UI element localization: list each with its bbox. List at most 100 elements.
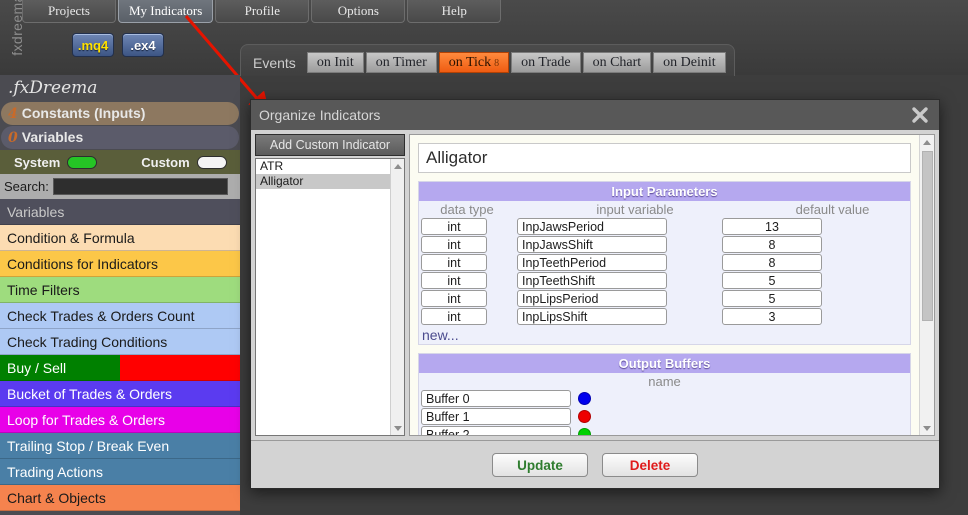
- event-tab-label: on Trade: [521, 55, 571, 70]
- buffer-name-field[interactable]: Buffer 2: [421, 426, 571, 435]
- sidebar-pill-variables[interactable]: 0 Variables: [1, 126, 239, 149]
- detail-scroll-up-icon[interactable]: [920, 135, 934, 149]
- parameter-type-field[interactable]: int: [421, 308, 487, 325]
- sidebar-item-time-filters[interactable]: Time Filters: [0, 277, 240, 303]
- main-tab-projects[interactable]: Projects: [22, 0, 116, 23]
- input-parameter-row: int InpTeethShift 5: [419, 272, 910, 290]
- detail-scroll-thumb[interactable]: [922, 151, 933, 321]
- output-buffers-section: Output Buffers name Buffer 0 Buffer 1 Buff…: [418, 353, 911, 435]
- sidebar-pill-constants[interactable]: 4 Constants (Inputs): [1, 102, 239, 125]
- parameter-type-field[interactable]: int: [421, 290, 487, 307]
- parameter-value-field[interactable]: 8: [722, 254, 822, 271]
- output-buffer-row: Buffer 2: [419, 426, 910, 435]
- parameter-value-field[interactable]: 8: [722, 236, 822, 253]
- col-input-variable: input variable: [596, 202, 674, 217]
- indicator-list-item[interactable]: Alligator: [256, 174, 404, 189]
- main-tab-options[interactable]: Options: [311, 0, 406, 23]
- indicator-items: ATR Alligator: [256, 159, 404, 189]
- sidebar-item-loop-for-trades-orders[interactable]: Loop for Trades & Orders: [0, 407, 240, 433]
- event-tab-on-tick[interactable]: on Tick 8: [438, 52, 510, 73]
- sidebar-item-trading-actions[interactable]: Trading Actions: [0, 459, 240, 485]
- output-buffer-row: Buffer 0: [419, 390, 910, 408]
- parameter-variable-field[interactable]: InpJawsPeriod: [517, 218, 667, 235]
- constants-label: Constants (Inputs): [21, 105, 146, 121]
- col-buffer-name: name: [648, 374, 681, 389]
- update-button[interactable]: Update: [492, 452, 588, 477]
- parameter-variable-field[interactable]: InpJawsShift: [517, 236, 667, 253]
- download-ex4-button[interactable]: .ex4: [122, 33, 164, 57]
- event-tab-label: on Deinit: [663, 55, 716, 70]
- input-parameter-rows: int InpJawsPeriod 13 int InpJawsShift 8 int Inp…: [419, 218, 910, 326]
- indicator-listbox[interactable]: ATR Alligator: [255, 158, 405, 436]
- output-buffers-column-headers: name: [419, 373, 910, 390]
- parameter-value-field[interactable]: 5: [722, 272, 822, 289]
- sidebar-item-condition-formula[interactable]: Condition & Formula: [0, 225, 240, 251]
- parameter-variable-field[interactable]: InpLipsPeriod: [517, 290, 667, 307]
- parameter-type-field[interactable]: int: [421, 218, 487, 235]
- parameter-variable-field[interactable]: InpTeethPeriod: [517, 254, 667, 271]
- toggle-label-custom: Custom: [141, 154, 190, 170]
- buffer-color-swatch-icon[interactable]: [578, 410, 591, 423]
- event-tab-on-deinit[interactable]: on Deinit: [653, 52, 726, 73]
- detail-scroll-down-icon[interactable]: [920, 421, 934, 435]
- search-row: Search:: [0, 174, 240, 199]
- col-data-type: data type: [440, 202, 494, 217]
- sidebar-item-trailing-stop-break-even[interactable]: Trailing Stop / Break Even: [0, 433, 240, 459]
- delete-button[interactable]: Delete: [602, 452, 698, 477]
- system-custom-toggle-row: System Custom: [0, 150, 240, 174]
- parameter-variable-field[interactable]: InpLipsShift: [517, 308, 667, 325]
- parameter-variable-field[interactable]: InpTeethShift: [517, 272, 667, 289]
- main-tab-profile[interactable]: Profile: [215, 0, 310, 23]
- sidebar-item-conditions-for-indicators[interactable]: Conditions for Indicators: [0, 251, 240, 277]
- event-tab-badge: 8: [494, 58, 500, 69]
- indicator-list-scrollbar[interactable]: [390, 159, 404, 435]
- sidebar-item-buy-sell[interactable]: Buy / Sell: [0, 355, 240, 381]
- buffer-name-field[interactable]: Buffer 1: [421, 408, 571, 425]
- dialog-title: Organize Indicators: [259, 107, 381, 123]
- toggle-switch-system[interactable]: [67, 155, 98, 169]
- parameter-type-field[interactable]: int: [421, 272, 487, 289]
- event-tab-on-trade[interactable]: on Trade: [511, 52, 581, 73]
- indicator-detail-scroll-area: Input Parameters data type input variabl…: [410, 135, 919, 435]
- sidebar-item-check-trades-orders-count[interactable]: Check Trades & Orders Count: [0, 303, 240, 329]
- add-custom-indicator-button[interactable]: Add Custom Indicator: [255, 134, 405, 156]
- input-parameters-section: Input Parameters data type input variabl…: [418, 181, 911, 345]
- parameter-value-field[interactable]: 13: [722, 218, 822, 235]
- indicator-list-item[interactable]: ATR: [256, 159, 404, 174]
- close-icon[interactable]: [910, 105, 930, 125]
- output-buffer-rows: Buffer 0 Buffer 1 Buffer 2: [419, 390, 910, 435]
- parameter-type-field[interactable]: int: [421, 236, 487, 253]
- parameter-value-field[interactable]: 5: [722, 290, 822, 307]
- sidebar-item-check-trading-conditions[interactable]: Check Trading Conditions: [0, 329, 240, 355]
- new-parameter-link[interactable]: new...: [419, 326, 910, 344]
- main-tab-my-indicators[interactable]: My Indicators: [118, 0, 214, 23]
- sidebar-item-chart-objects[interactable]: Chart & Objects: [0, 485, 240, 511]
- search-input[interactable]: [52, 178, 228, 195]
- buffer-color-swatch-icon[interactable]: [578, 392, 591, 405]
- buffer-name-field[interactable]: Buffer 0: [421, 390, 571, 407]
- toggle-switch-custom[interactable]: [196, 155, 227, 169]
- scroll-down-icon[interactable]: [391, 421, 404, 435]
- parameter-type-field[interactable]: int: [421, 254, 487, 271]
- event-tab-on-init[interactable]: on Init: [306, 52, 364, 73]
- event-tab-on-chart[interactable]: on Chart: [582, 52, 652, 73]
- buffer-color-swatch-icon[interactable]: [578, 428, 591, 435]
- variables-count: 0: [8, 130, 18, 146]
- app-brand-label: .fxDreema: [8, 78, 98, 98]
- event-tab-on-timer[interactable]: on Timer: [365, 52, 437, 73]
- dialog-title-bar: Organize Indicators: [251, 100, 939, 130]
- indicator-detail-panel: Input Parameters data type input variabl…: [409, 134, 935, 436]
- sidebar-item-variables[interactable]: Variables: [0, 199, 240, 225]
- parameter-value-field[interactable]: 3: [722, 308, 822, 325]
- detail-panel-scrollbar[interactable]: [919, 135, 934, 435]
- download-mq4-button[interactable]: .mq4: [72, 33, 114, 57]
- indicator-list-panel: Add Custom Indicator ATR Alligator: [255, 134, 405, 436]
- event-tab-label: on Tick: [448, 55, 492, 70]
- event-tab-label: on Timer: [375, 55, 427, 70]
- indicator-name-input[interactable]: [418, 143, 911, 173]
- main-tab-help[interactable]: Help: [407, 0, 502, 23]
- scroll-up-icon[interactable]: [391, 159, 404, 173]
- input-parameters-title: Input Parameters: [419, 182, 910, 201]
- sidebar-item-bucket-of-trades-orders[interactable]: Bucket of Trades & Orders: [0, 381, 240, 407]
- input-parameters-column-headers: data type input variable default value: [419, 201, 910, 218]
